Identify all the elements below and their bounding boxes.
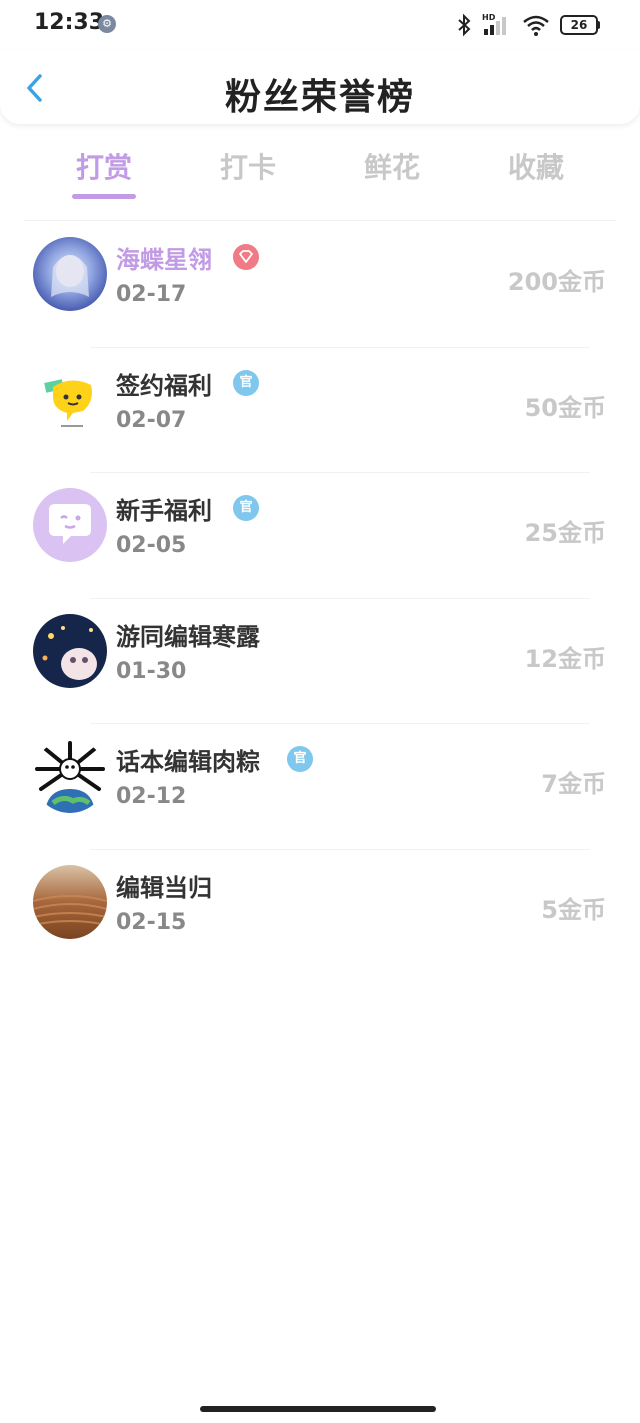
- tab-reward[interactable]: 打赏: [54, 146, 154, 186]
- official-badge: 官: [287, 746, 313, 772]
- avatar: [33, 864, 107, 939]
- fan-name: 话本编辑肉粽: [116, 748, 260, 776]
- fan-date: 02-15: [116, 909, 187, 935]
- fan-date: 02-12: [116, 784, 187, 809]
- status-time: 12:33: [34, 10, 105, 35]
- fan-name: 海蝶星翎: [116, 246, 212, 274]
- list-item[interactable]: 话本编辑肉粽 官 02-12 7金币: [0, 724, 640, 850]
- fan-name: 编辑当归: [116, 873, 212, 902]
- coin-amount: 50金币: [524, 393, 606, 422]
- fan-name: 签约福利: [116, 371, 212, 400]
- wifi-icon: [523, 15, 549, 36]
- fan-name: 新手福利: [116, 497, 212, 525]
- coin-amount: 12金币: [524, 644, 606, 673]
- bluetooth-icon: [458, 13, 471, 37]
- signal-icon: HD: [482, 13, 512, 37]
- list-item[interactable]: 签约福利 官 02-07 50金币: [0, 348, 640, 473]
- battery-icon: 26: [560, 15, 600, 35]
- tab-checkin[interactable]: 打卡: [198, 146, 298, 186]
- fan-name: 游同编辑寒露: [116, 622, 260, 651]
- coin-amount: 200金币: [507, 268, 606, 296]
- active-tab-indicator: [72, 194, 136, 199]
- list-item[interactable]: 新手福利 官 02-05 25金币: [0, 473, 640, 599]
- home-indicator[interactable]: [200, 1406, 436, 1412]
- battery-level: 26: [560, 15, 598, 35]
- gem-icon: [233, 244, 259, 270]
- official-badge: 官: [233, 495, 259, 521]
- avatar: [33, 613, 107, 688]
- official-badge: 官: [233, 369, 259, 396]
- list-item[interactable]: 海蝶星翎 02-17 200金币: [0, 222, 640, 348]
- settings-icon: ⚙: [98, 15, 116, 33]
- fan-date: 01-30: [116, 658, 187, 684]
- list-item[interactable]: 编辑当归 02-15 5金币: [0, 850, 640, 976]
- coin-amount: 5金币: [541, 895, 606, 924]
- coin-amount: 7金币: [541, 770, 606, 798]
- page-title: 粉丝荣誉榜: [224, 77, 415, 118]
- status-bar: 12:33 ⚙ HD 26: [0, 0, 640, 50]
- status-icons: HD 26: [456, 12, 600, 38]
- list-item[interactable]: 游同编辑寒露 01-30 12金币: [0, 599, 640, 724]
- divider: [24, 220, 616, 221]
- coin-amount: 25金币: [524, 519, 606, 547]
- fan-date: 02-07: [116, 407, 187, 433]
- fan-date: 02-17: [116, 282, 187, 307]
- tab-favorites[interactable]: 收藏: [486, 146, 586, 186]
- avatar: [33, 488, 107, 562]
- fan-ranking-list: 海蝶星翎 02-17 200金币 签约福利 官 02-07 50金币 新手福利 …: [0, 222, 640, 975]
- nav-header: 粉丝荣誉榜: [0, 50, 640, 124]
- fan-date: 02-05: [116, 533, 187, 558]
- avatar: [33, 739, 107, 813]
- avatar: [33, 362, 107, 437]
- tab-bar: 打赏 打卡 鲜花 收藏: [0, 140, 640, 200]
- avatar: [33, 237, 107, 311]
- tab-flowers[interactable]: 鲜花: [342, 146, 442, 186]
